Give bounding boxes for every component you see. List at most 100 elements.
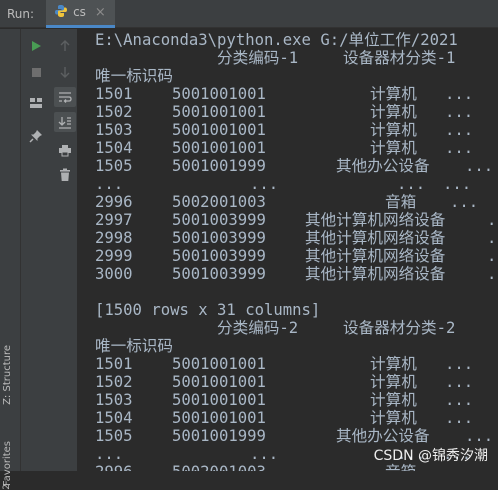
stop-icon[interactable] — [25, 62, 47, 82]
row-ellipsis: ... — [445, 121, 474, 139]
row-code: 5001001001 — [172, 121, 266, 139]
row-category: 其他计算机网络设备 — [305, 265, 446, 283]
row-code: 5002001003 — [172, 463, 266, 471]
rerun-icon[interactable] — [25, 36, 47, 56]
table-row: 1504 5001001001 计算机 ... — [95, 139, 495, 157]
row-id: 1502 — [95, 373, 133, 391]
row-ellipsis: ... — [445, 391, 474, 409]
trash-icon[interactable] — [54, 165, 76, 185]
row-category: 其他计算机网络设备 — [305, 211, 446, 229]
pin-icon[interactable] — [25, 126, 47, 146]
layout-icon[interactable] — [25, 93, 47, 113]
row-code: ... — [250, 445, 279, 463]
down-icon[interactable] — [54, 62, 76, 82]
favorites-tool-button[interactable]: Favorites — [2, 441, 18, 486]
row-id: 1502 — [95, 103, 133, 121]
row-category: 计算机 — [370, 121, 417, 139]
row-ellipsis: ... — [465, 157, 494, 175]
row-code: 5001003999 — [172, 247, 266, 265]
table-row: 2997 5001003999 其他计算机网络设备 . — [95, 211, 497, 229]
row-id: 1501 — [95, 355, 133, 373]
row-category: ... — [397, 175, 426, 193]
row-id: ... — [95, 175, 124, 193]
block1-index-name: 唯一标识码 — [95, 67, 173, 85]
up-icon[interactable] — [54, 36, 76, 56]
row-ellipsis: . — [487, 211, 497, 229]
soft-wrap-icon[interactable] — [54, 87, 76, 107]
row-ellipsis: . — [487, 265, 497, 283]
row-code: 5001001001 — [172, 103, 266, 121]
row-ellipsis: ... — [443, 175, 472, 193]
row-category: 计算机 — [370, 391, 417, 409]
row-category: 计算机 — [370, 409, 417, 427]
column-header-category-code: 分类编码-2 — [217, 319, 299, 337]
table-row: 1502 5001001001 计算机 ... — [95, 103, 495, 121]
table-row: 1503 5001001001 计算机 ... — [95, 391, 495, 409]
row-id: 1504 — [95, 409, 133, 427]
table-row: 1501 5001001001 计算机 ... — [95, 85, 495, 103]
row-code: 5001003999 — [172, 265, 266, 283]
row-category: 音箱 — [385, 193, 417, 211]
favorites-badge: 2 — [2, 484, 12, 490]
row-code: ... — [250, 175, 279, 193]
table-row: ... ... ... ... — [95, 175, 495, 193]
left-tool-stripe: Z: Structure Favorites 2 — [0, 29, 21, 490]
table-row: 1501 5001001001 计算机 ... — [95, 355, 495, 373]
table-row: 1505 5001001999 其他办公设备 ... — [95, 427, 495, 445]
row-category: 其他办公设备 — [336, 427, 430, 445]
row-id: 2996 — [95, 193, 133, 211]
run-tab-cs[interactable]: cs × — [46, 0, 115, 28]
row-code: 5001001999 — [172, 427, 266, 445]
row-id: 3000 — [95, 265, 133, 283]
row-category: 计算机 — [370, 373, 417, 391]
table-row: 1504 5001001001 计算机 ... — [95, 409, 495, 427]
row-category: 其他计算机网络设备 — [305, 229, 446, 247]
row-id: ... — [95, 445, 124, 463]
print-icon[interactable] — [54, 140, 76, 160]
row-id: 2998 — [95, 229, 133, 247]
run-tool-window: Run: cs × Z: Structure Favorites 2 E:\An… — [0, 0, 498, 490]
row-id: 1504 — [95, 139, 133, 157]
row-category: 其他计算机网络设备 — [305, 247, 446, 265]
row-code: 5001003999 — [172, 229, 266, 247]
table-row: 2999 5001003999 其他计算机网络设备 . — [95, 247, 496, 265]
row-code: 5001001999 — [172, 157, 266, 175]
row-ellipsis: . — [487, 229, 497, 247]
table-row: 1505 5001001999 其他办公设备 ... — [95, 157, 495, 175]
run-header: Run: cs × — [0, 0, 498, 28]
column-header-equipment-class: 设备器材分类-1 — [343, 49, 456, 67]
row-ellipsis: ... — [450, 193, 479, 211]
row-code: 5001001001 — [172, 373, 266, 391]
row-category: 计算机 — [370, 103, 417, 121]
table-row: 2998 5001003999 其他计算机网络设备 . — [95, 229, 497, 247]
scroll-to-end-icon[interactable] — [54, 112, 76, 132]
row-id: 1503 — [95, 391, 133, 409]
structure-tool-button[interactable]: Z: Structure — [2, 345, 18, 405]
row-category: 计算机 — [370, 355, 417, 373]
run-toolbar — [21, 29, 78, 471]
row-ellipsis: ... — [445, 85, 474, 103]
row-ellipsis: ... — [445, 139, 474, 157]
table-row: 3000 5001003999 其他计算机网络设备 . — [95, 265, 497, 283]
column-header-category-code: 分类编码-1 — [217, 49, 299, 67]
row-ellipsis: ... — [445, 409, 474, 427]
row-id: 2999 — [95, 247, 133, 265]
row-ellipsis: ... — [445, 373, 474, 391]
row-id: 2997 — [95, 211, 133, 229]
table-row: 1502 5001001001 计算机 ... — [95, 373, 495, 391]
row-ellipsis: ... — [445, 103, 474, 121]
row-code: 5002001003 — [172, 193, 266, 211]
block1-header-row: 分类编码-1 设备器材分类-1 — [95, 49, 495, 67]
block2-index-name: 唯一标识码 — [95, 337, 173, 355]
row-category: 计算机 — [370, 85, 417, 103]
row-code: 5001001001 — [172, 355, 266, 373]
block2-header-row: 分类编码-2 设备器材分类-2 — [95, 319, 495, 337]
console-output[interactable]: E:\Anaconda3\python.exe G:/单位工作/2021 分类编… — [79, 29, 498, 471]
row-code: 5001001001 — [172, 139, 266, 157]
row-ellipsis: ... — [465, 427, 494, 445]
table-row: 1503 5001001001 计算机 ... — [95, 121, 495, 139]
run-label: Run: — [7, 6, 35, 21]
row-category: 计算机 — [370, 139, 417, 157]
row-id: 1501 — [95, 85, 133, 103]
close-tab-icon[interactable]: × — [95, 5, 106, 20]
